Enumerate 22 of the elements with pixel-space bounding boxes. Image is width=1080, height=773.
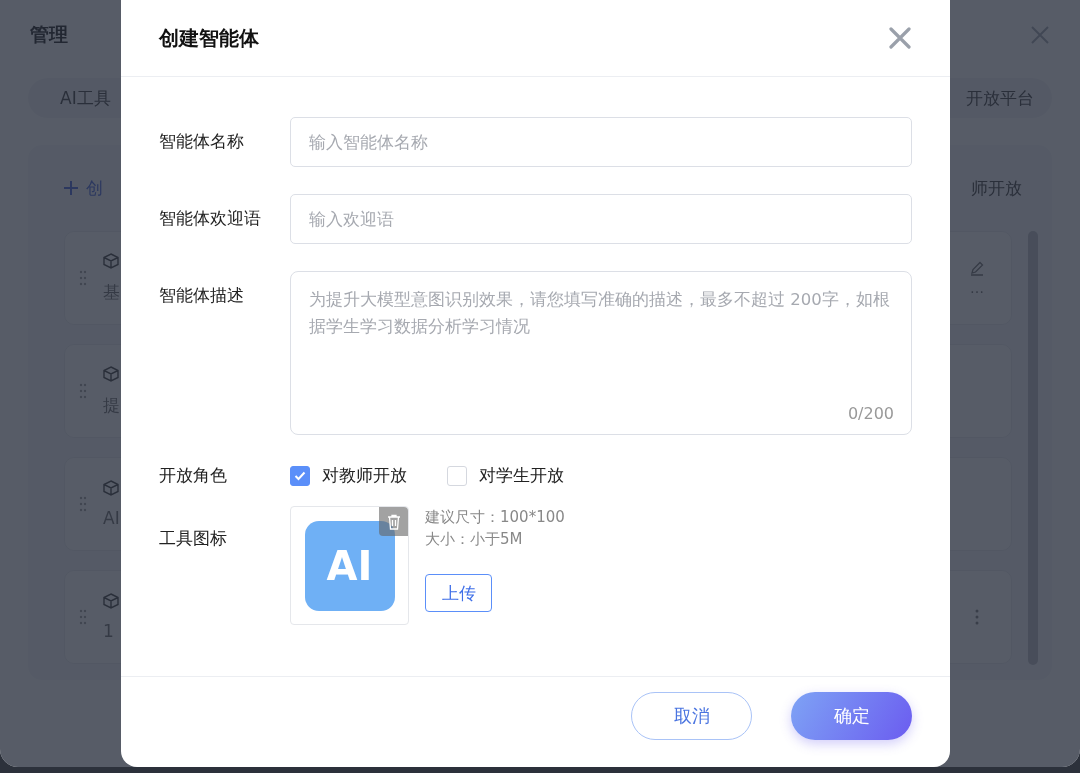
dialog-title: 创建智能体 [159,24,259,52]
upload-button[interactable]: 上传 [425,574,492,612]
size-hint: 建议尺寸：100*100 [425,507,565,528]
field-label: 开放角色 [159,467,228,484]
confirm-button[interactable]: 确定 [791,692,912,740]
ai-logo-image: AI [304,520,395,611]
cancel-button[interactable]: 取消 [631,692,752,740]
text-field[interactable]: 输入智能体名称 [290,117,912,167]
field-label: 智能体描述 [159,284,245,304]
checkmark-icon [294,470,306,481]
field-label: 智能体欢迎语 [159,207,262,227]
trash-icon[interactable] [379,507,408,536]
card-text: … [970,280,984,296]
checkbox-option[interactable]: 对学生开放 [447,464,564,487]
field-label: 工具图标 [159,527,228,547]
field-label: 智能体名称 [159,130,245,150]
file-size-hint: 大小：小于5M [425,529,523,550]
character-counter: 0/200 [847,404,894,423]
close-icon[interactable] [889,27,911,49]
checkbox[interactable] [290,465,310,486]
checkbox-option[interactable]: 对教师开放 [290,464,407,487]
text-field[interactable]: 输入欢迎语 [290,194,912,244]
